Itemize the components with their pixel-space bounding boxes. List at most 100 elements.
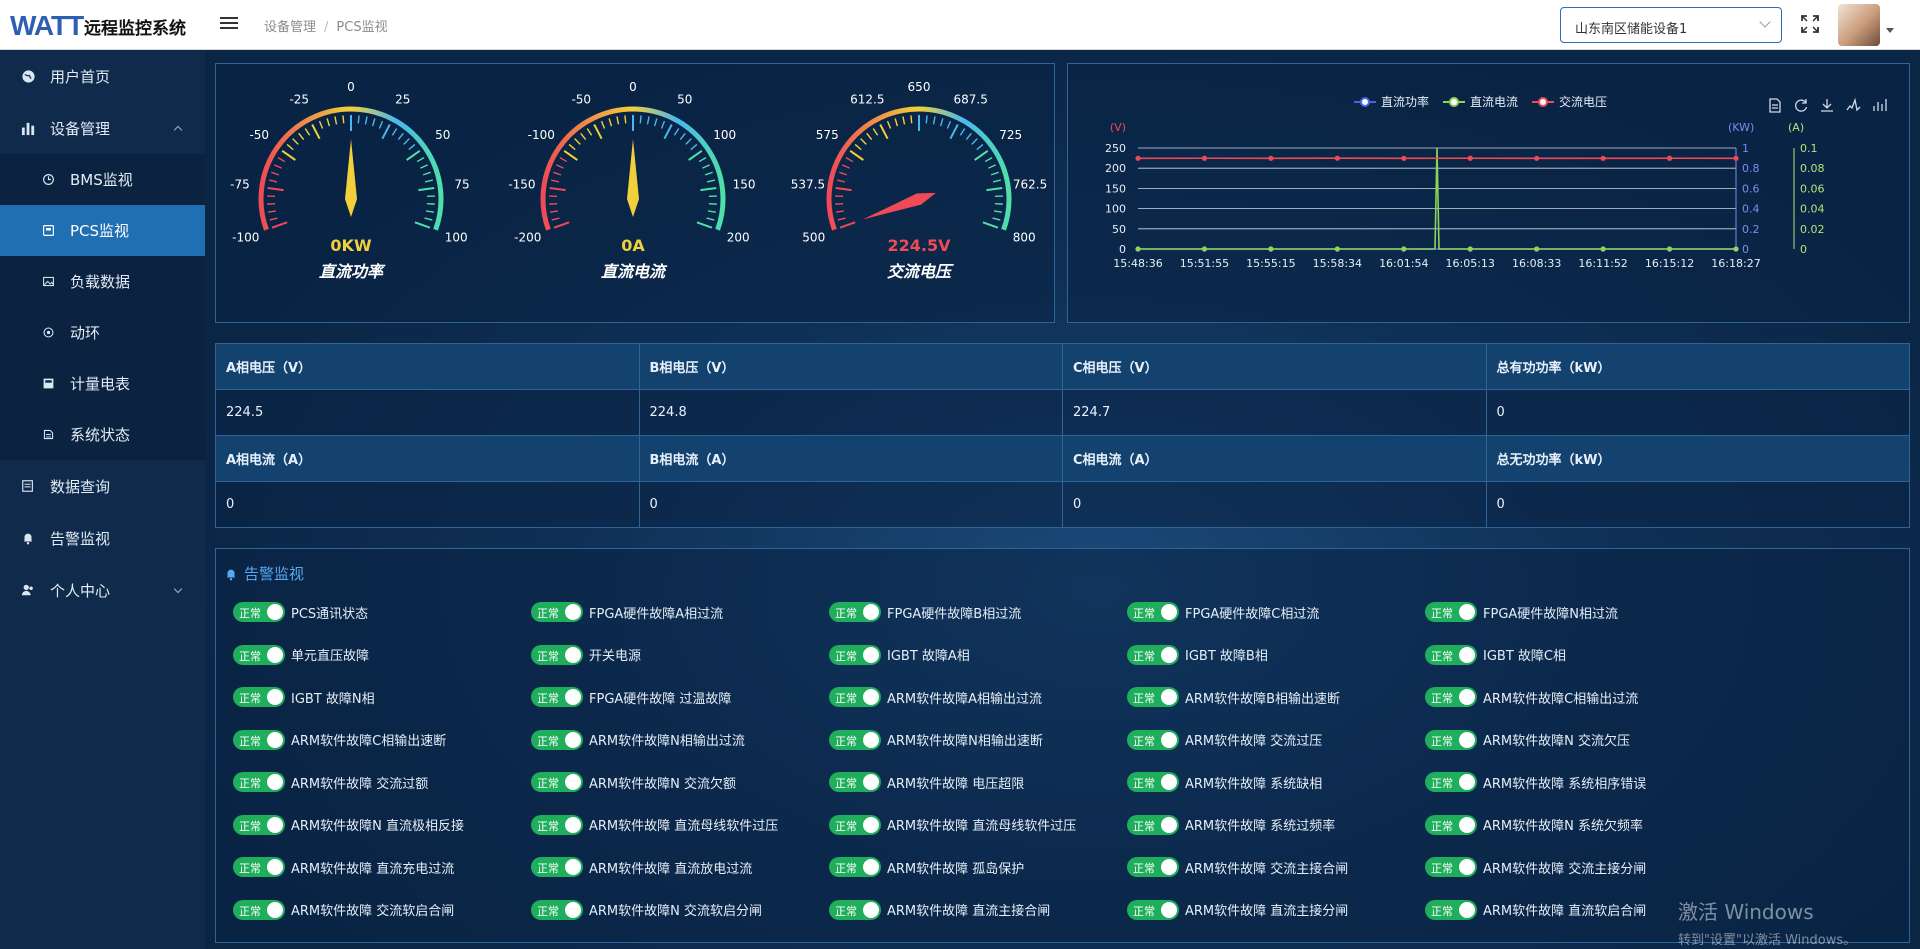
status-toggle[interactable]: 正常 [1127, 687, 1179, 708]
series-point[interactable] [1600, 155, 1606, 161]
status-toggle[interactable]: 正常 [531, 857, 583, 878]
status-toggle[interactable]: 正常 [531, 602, 583, 623]
series-point[interactable] [1135, 246, 1141, 252]
toggle-knob [863, 816, 879, 833]
sidebar-item-env[interactable]: 动环 [0, 307, 205, 358]
series-point[interactable] [1600, 246, 1606, 252]
legend-item[interactable]: 直流功率 [1354, 94, 1429, 109]
status-toggle[interactable]: 正常 [1127, 814, 1179, 835]
status-toggle[interactable]: 正常 [531, 729, 583, 750]
status-toggle[interactable]: 正常 [829, 602, 881, 623]
gauge-minor-tick [391, 128, 398, 136]
status-toggle-label: 正常 [537, 734, 559, 748]
status-toggle[interactable]: 正常 [829, 772, 881, 793]
status-toggle[interactable]: 正常 [829, 644, 881, 665]
series-point[interactable] [1733, 246, 1739, 252]
alarm-item-label: ARM软件故障 电压超限 [887, 776, 1025, 792]
sidebar-item-meter[interactable]: 计量电表 [0, 358, 205, 409]
series-point[interactable] [1334, 155, 1340, 161]
line-chart-icon[interactable] [1846, 97, 1861, 112]
device-select[interactable]: 山东南区储能设备1 [1560, 7, 1782, 43]
series-point[interactable] [1666, 246, 1673, 252]
sidebar-item-alarm[interactable]: 告警监视 [0, 512, 205, 564]
status-toggle[interactable]: 正常 [233, 729, 285, 750]
status-toggle[interactable]: 正常 [829, 814, 881, 835]
data-view-icon[interactable] [1769, 98, 1781, 113]
status-toggle[interactable]: 正常 [829, 899, 881, 920]
download-icon[interactable] [1821, 99, 1833, 112]
status-toggle[interactable]: 正常 [1425, 772, 1477, 793]
series-point[interactable] [1534, 246, 1540, 252]
sidebar-item-data-query[interactable]: 数据查询 [0, 460, 205, 512]
breadcrumb-item-device-mgmt[interactable]: 设备管理 [264, 20, 316, 35]
sidebar-item-home[interactable]: 用户首页 [0, 50, 205, 102]
caret-down-icon[interactable] [1886, 28, 1894, 33]
status-toggle[interactable]: 正常 [531, 772, 583, 793]
y-tick-label: 50 [1112, 223, 1126, 236]
status-toggle[interactable]: 正常 [531, 899, 583, 920]
series-point[interactable] [1268, 246, 1274, 252]
status-toggle[interactable]: 正常 [1127, 602, 1179, 623]
status-toggle[interactable]: 正常 [1425, 602, 1477, 623]
series-point[interactable] [1201, 155, 1208, 161]
gauge-minor-tick [706, 217, 715, 221]
status-toggle[interactable]: 正常 [1127, 644, 1179, 665]
status-toggle[interactable]: 正常 [1425, 857, 1477, 878]
series-point[interactable] [1268, 155, 1274, 161]
series-point[interactable] [1733, 155, 1739, 161]
status-toggle[interactable]: 正常 [233, 687, 285, 708]
menu-toggle-icon[interactable] [220, 14, 238, 32]
status-toggle[interactable]: 正常 [1425, 899, 1477, 920]
sidebar-item-load[interactable]: 负载数据 [0, 256, 205, 307]
gauge-minor-tick [364, 116, 368, 125]
sidebar-item-profile[interactable]: 个人中心 [0, 564, 205, 616]
status-toggle[interactable]: 正常 [233, 772, 285, 793]
series-point[interactable] [1401, 246, 1407, 252]
series-point[interactable] [1401, 155, 1407, 161]
status-toggle[interactable]: 正常 [1425, 729, 1477, 750]
status-toggle[interactable]: 正常 [1127, 857, 1179, 878]
series-point[interactable] [1334, 246, 1340, 252]
refresh-icon[interactable] [1795, 99, 1808, 112]
alarm-item-label: ARM软件故障 交流软启合闸 [291, 904, 455, 920]
status-toggle[interactable]: 正常 [829, 729, 881, 750]
status-toggle[interactable]: 正常 [1127, 899, 1179, 920]
series-point[interactable] [1201, 246, 1208, 252]
status-toggle[interactable]: 正常 [233, 814, 285, 835]
sidebar-item-label: 动环 [70, 324, 101, 342]
status-toggle[interactable]: 正常 [233, 644, 285, 665]
bar-chart-icon[interactable] [1873, 99, 1887, 111]
status-toggle[interactable]: 正常 [1425, 814, 1477, 835]
avatar[interactable] [1838, 4, 1880, 46]
status-toggle[interactable]: 正常 [233, 899, 285, 920]
legend-item[interactable]: 交流电压 [1532, 94, 1607, 109]
alarm-item-label: ARM软件故障N 交流欠压 [1483, 734, 1630, 750]
status-toggle[interactable]: 正常 [531, 687, 583, 708]
clock-icon [40, 172, 56, 188]
sidebar-item-device-mgmt[interactable]: 设备管理 [0, 102, 205, 154]
status-toggle-label: 正常 [1133, 819, 1155, 833]
alarm-item: 正常 ARM软件故障C相输出过流 [1425, 676, 1723, 719]
series-point[interactable] [1467, 246, 1473, 252]
status-toggle[interactable]: 正常 [829, 857, 881, 878]
series-point[interactable] [1666, 155, 1673, 161]
series-point[interactable] [1534, 155, 1540, 161]
sidebar-item-bms[interactable]: BMS监视 [0, 154, 205, 205]
status-toggle[interactable]: 正常 [1425, 687, 1477, 708]
status-toggle[interactable]: 正常 [233, 602, 285, 623]
status-toggle[interactable]: 正常 [1127, 772, 1179, 793]
status-toggle[interactable]: 正常 [1127, 729, 1179, 750]
series-point[interactable] [1467, 155, 1473, 161]
table-header-cell: B相电流（A） [638, 435, 1063, 482]
sidebar-item-pcs[interactable]: PCS监视 [0, 205, 205, 256]
status-toggle[interactable]: 正常 [531, 644, 583, 665]
status-toggle[interactable]: 正常 [531, 814, 583, 835]
legend-item[interactable]: 直流电流 [1443, 95, 1518, 109]
status-toggle-label: 正常 [1133, 734, 1155, 748]
status-toggle[interactable]: 正常 [829, 687, 881, 708]
status-toggle[interactable]: 正常 [1425, 644, 1477, 665]
status-toggle[interactable]: 正常 [233, 857, 285, 878]
series-point[interactable] [1135, 155, 1141, 161]
sidebar-item-status[interactable]: 系统状态 [0, 409, 205, 460]
fullscreen-icon[interactable] [1800, 14, 1820, 34]
